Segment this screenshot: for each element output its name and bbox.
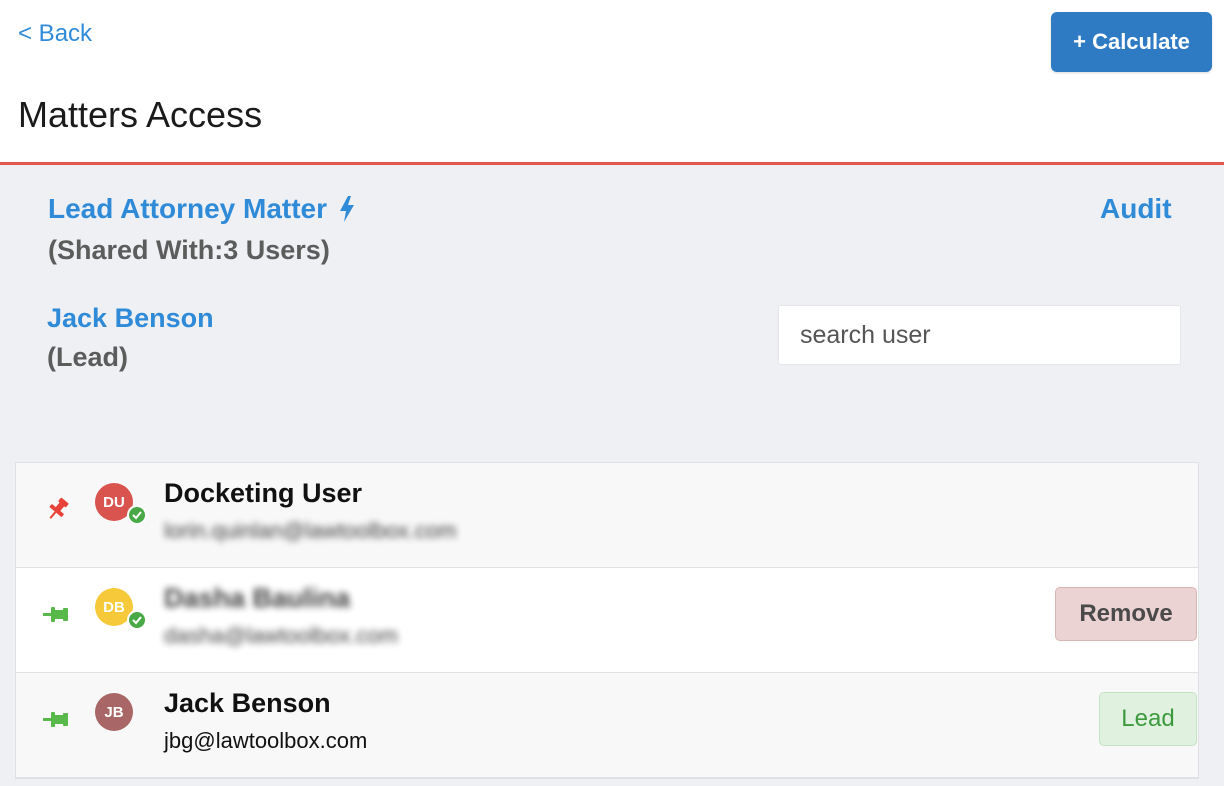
user-row: DB Dasha Baulina dasha@lawtoolbox.com Re… <box>16 568 1198 673</box>
user-email: dasha@lawtoolbox.com <box>164 623 398 648</box>
user-name: Jack Benson <box>164 688 331 718</box>
matter-title-link[interactable]: Lead Attorney Matter <box>48 193 355 225</box>
page-title: Matters Access <box>18 94 263 135</box>
user-list: DU Docketing User lorin.quinlan@lawtoolb… <box>15 462 1199 779</box>
user-name: Dasha Baulina <box>164 583 351 613</box>
online-check-icon <box>127 610 147 630</box>
lightning-bolt-icon <box>340 196 355 222</box>
matter-access-panel: Lead Attorney Matter (Shared With:3 User… <box>0 165 1224 786</box>
calculate-button[interactable]: + Calculate <box>1051 12 1212 72</box>
user-row: JB Jack Benson jbg@lawtoolbox.com Lead <box>16 673 1198 778</box>
lead-badge: Lead <box>1099 692 1197 746</box>
online-check-icon <box>127 505 147 525</box>
search-user-input[interactable] <box>778 305 1181 365</box>
shared-with-count: (Shared With:3 Users) <box>48 235 330 265</box>
pin-icon[interactable] <box>43 602 73 626</box>
avatar: JB <box>95 693 133 731</box>
audit-link[interactable]: Audit <box>1100 193 1172 225</box>
remove-user-button[interactable]: Remove <box>1055 587 1197 641</box>
lead-attorney-name[interactable]: Jack Benson <box>47 303 214 334</box>
pushpin-icon[interactable] <box>43 497 73 521</box>
user-email: lorin.quinlan@lawtoolbox.com <box>164 518 457 543</box>
matter-title: Lead Attorney Matter <box>48 193 328 224</box>
lead-attorney-role: (Lead) <box>47 342 128 372</box>
pin-icon[interactable] <box>43 707 73 731</box>
user-email: jbg@lawtoolbox.com <box>164 728 368 753</box>
page-header: < Back + Calculate Matters Access <box>0 0 1224 165</box>
user-name: Docketing User <box>164 478 363 508</box>
user-row: DU Docketing User lorin.quinlan@lawtoolb… <box>16 463 1198 568</box>
back-link[interactable]: < Back <box>18 20 92 48</box>
